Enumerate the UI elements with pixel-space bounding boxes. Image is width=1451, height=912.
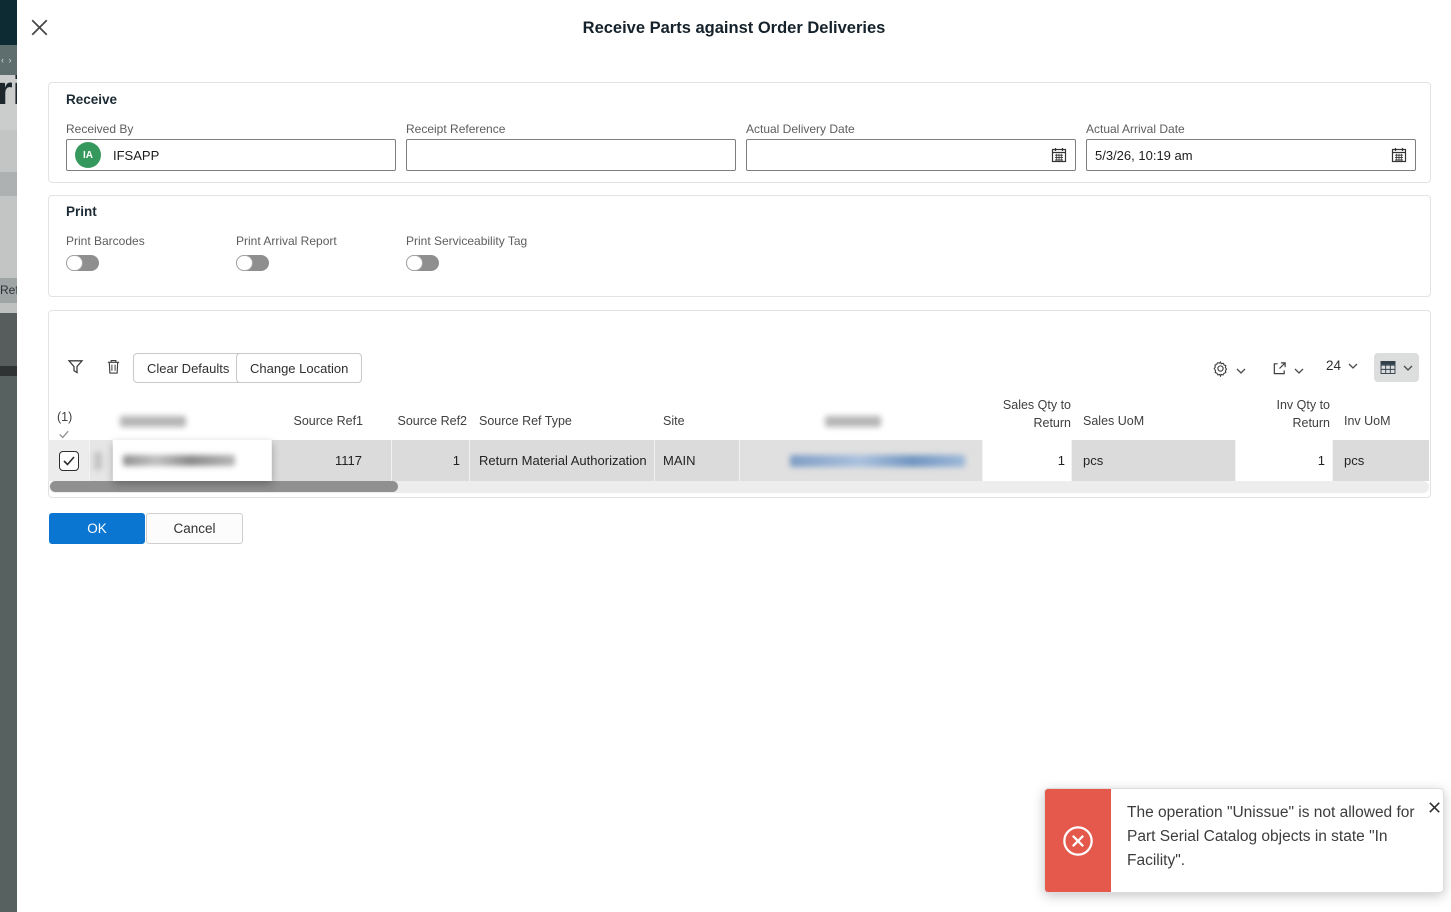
chevron-down-icon (1294, 368, 1304, 374)
print-serviceability-tag-label: Print Serviceability Tag (406, 234, 528, 248)
actual-arrival-date-label: Actual Arrival Date (1086, 122, 1185, 136)
receive-section-title: Receive (66, 92, 118, 107)
actual-arrival-date-value: 5/3/26, 10:19 am (1095, 147, 1193, 163)
received-by-label: Received By (66, 122, 134, 136)
receipt-reference-field[interactable] (406, 139, 736, 171)
toggle-knob (66, 255, 83, 271)
actual-delivery-date-label: Actual Delivery Date (746, 122, 855, 136)
background-page-area (0, 303, 17, 313)
error-toast-body: The operation "Unissue" is not allowed f… (1111, 789, 1443, 892)
dialog-title: Receive Parts against Order Deliveries (582, 19, 886, 37)
background-table-fragment (0, 313, 17, 366)
toast-close-icon[interactable] (1429, 797, 1440, 821)
print-serviceability-tag-toggle[interactable] (406, 255, 439, 271)
settings-gear-dropdown[interactable] (1212, 360, 1246, 382)
column-header-source-ref1[interactable]: Source Ref1 (248, 414, 363, 428)
background-label-fragment: Ref (0, 278, 17, 303)
redacted-column-header-location[interactable] (120, 416, 186, 427)
receipt-reference-label: Receipt Reference (406, 122, 506, 136)
error-toast: The operation "Unissue" is not allowed f… (1044, 788, 1444, 893)
redacted-indicator (94, 451, 102, 470)
column-header-sales-uom[interactable]: Sales UoM (1083, 414, 1144, 428)
receive-section: Receive Received By IA IFSAPP Receipt Re… (48, 82, 1431, 183)
chevron-down-icon (1403, 365, 1413, 371)
selection-count-header[interactable]: (1) (57, 410, 72, 424)
inv-uom-cell[interactable]: pcs (1333, 440, 1429, 481)
redacted-column-header[interactable] (825, 416, 881, 427)
chevron-down-icon (1348, 363, 1358, 369)
page-size-dropdown[interactable]: 24 (1326, 358, 1358, 373)
column-header-site[interactable]: Site (663, 414, 685, 428)
change-location-button[interactable]: Change Location (236, 353, 363, 383)
background-page-title-fragment: ri (0, 75, 17, 130)
redacted-location-value (123, 455, 235, 466)
cancel-button[interactable]: Cancel (146, 513, 243, 544)
horizontal-scrollbar-thumb[interactable] (50, 481, 398, 492)
user-avatar: IA (75, 142, 101, 168)
column-header-source-ref-type[interactable]: Source Ref Type (479, 414, 572, 428)
toggle-knob (406, 255, 423, 271)
background-page-area (0, 196, 17, 278)
redacted-link-text (790, 454, 965, 467)
print-section: Print Print Barcodes Print Arrival Repor… (48, 195, 1431, 297)
site-cell[interactable]: MAIN (655, 440, 740, 481)
source-ref2-cell[interactable]: 1 (392, 440, 470, 481)
page-size-value: 24 (1326, 358, 1342, 373)
source-ref1-cell[interactable]: 1117 (272, 440, 392, 481)
background-app-header (0, 0, 17, 45)
breadcrumb-marks: ‹ › (1, 55, 13, 65)
actual-delivery-date-field[interactable] (746, 139, 1076, 171)
column-header-sales-qty-to-return[interactable]: Sales Qty to Return (981, 396, 1071, 432)
print-arrival-report-label: Print Arrival Report (236, 234, 337, 248)
row-indicator-cell (90, 440, 113, 481)
error-toast-icon-pane (1045, 789, 1111, 892)
redacted-link-cell[interactable] (740, 440, 983, 481)
row-select-cell (48, 440, 90, 481)
filter-icon[interactable] (67, 359, 84, 375)
print-section-title: Print (66, 204, 97, 219)
calendar-icon[interactable] (1051, 147, 1067, 163)
background-page-area (0, 130, 17, 172)
gear-icon (1212, 360, 1229, 382)
export-dropdown[interactable] (1272, 361, 1304, 381)
chevron-down-icon (1236, 368, 1246, 374)
print-barcodes-label: Print Barcodes (66, 234, 145, 248)
column-header-inv-qty-to-return[interactable]: Inv Qty to Return (1240, 396, 1331, 432)
error-toast-message: The operation "Unissue" is not allowed f… (1127, 804, 1415, 870)
row-checkbox[interactable] (58, 450, 79, 471)
source-ref-type-cell[interactable]: Return Material Authorization (470, 440, 655, 481)
sales-qty-to-return-cell[interactable]: 1 (983, 440, 1072, 481)
received-by-value: IFSAPP (113, 147, 160, 163)
calendar-icon[interactable] (1391, 147, 1407, 163)
inv-qty-to-return-cell[interactable]: 1 (1239, 440, 1333, 481)
background-scrollbar-fragment (0, 366, 17, 376)
export-icon (1272, 361, 1287, 381)
table-view-dropdown[interactable] (1374, 353, 1419, 382)
delete-icon[interactable] (106, 358, 121, 375)
clear-defaults-button[interactable]: Clear Defaults (133, 353, 244, 383)
column-header-inv-uom[interactable]: Inv UoM (1344, 414, 1391, 428)
background-dimmed-area (0, 376, 17, 912)
print-arrival-report-toggle[interactable] (236, 255, 269, 271)
print-barcodes-toggle[interactable] (66, 255, 99, 271)
received-by-field[interactable]: IA IFSAPP (66, 139, 396, 171)
ok-button[interactable]: OK (49, 513, 145, 544)
actual-arrival-date-field[interactable]: 5/3/26, 10:19 am (1086, 139, 1416, 171)
column-header-source-ref2[interactable]: Source Ref2 (368, 414, 467, 428)
table-view-icon (1380, 361, 1396, 374)
sales-uom-cell[interactable]: pcs (1072, 440, 1236, 481)
background-breadcrumb: ‹ › (0, 45, 17, 75)
location-no-cell[interactable] (113, 440, 272, 481)
toggle-knob (236, 255, 253, 271)
error-circle-x-icon (1062, 825, 1094, 857)
background-toolbar-fragment (0, 172, 17, 196)
